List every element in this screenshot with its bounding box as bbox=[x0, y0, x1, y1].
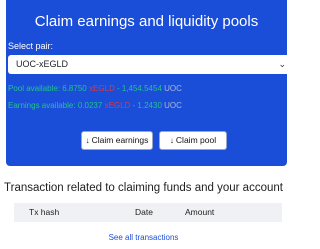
pair-select[interactable]: UOC-xEGLD ⌄ bbox=[8, 55, 296, 74]
claim-earnings-button[interactable]: ↓ Claim earnings bbox=[81, 131, 153, 150]
column-amount: Amount bbox=[185, 207, 215, 217]
claim-pool-button[interactable]: ↓ Claim pool bbox=[159, 131, 227, 150]
column-tx-hash: Tx hash bbox=[29, 207, 60, 217]
card-title: Claim earnings and liquidity pools bbox=[34, 13, 259, 30]
transactions-table-header: Tx hash Date Amount bbox=[14, 203, 282, 222]
claim-card: Claim earnings and liquidity pools Selec… bbox=[6, 0, 296, 166]
column-date: Date bbox=[135, 207, 153, 217]
arrow-down-icon: ↓ bbox=[85, 136, 90, 145]
pool-available-text: Pool available: 6.8750 xEGLD - 1,454.545… bbox=[8, 84, 182, 93]
earnings-available-text: Earnings available: 0.0237 xEGLD - 1.243… bbox=[8, 101, 182, 110]
see-all-transactions-link[interactable]: See all transactions bbox=[0, 233, 287, 243]
select-pair-label: Select pair: bbox=[8, 41, 54, 51]
chevron-down-icon: ⌄ bbox=[278, 59, 286, 69]
claim-earnings-label: Claim earnings bbox=[91, 135, 149, 145]
transactions-title: Transaction related to claiming funds an… bbox=[4, 182, 283, 194]
claim-pool-label: Claim pool bbox=[175, 135, 217, 145]
pair-select-value: UOC-xEGLD bbox=[16, 59, 69, 69]
arrow-down-icon: ↓ bbox=[169, 136, 174, 145]
